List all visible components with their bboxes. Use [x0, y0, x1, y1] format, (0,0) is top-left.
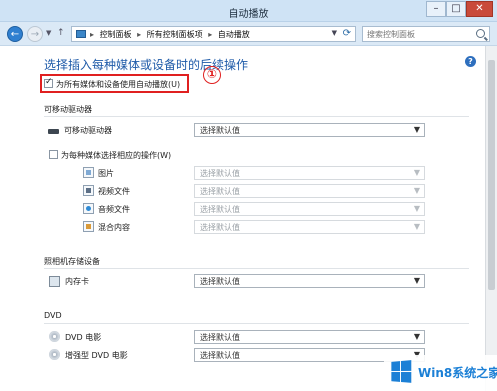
- dvd-movie-dropdown[interactable]: 选择默认值 ▼: [194, 330, 425, 344]
- recent-pages-chevron-icon[interactable]: ▼: [46, 29, 51, 37]
- forward-button[interactable]: →: [27, 26, 43, 42]
- dvd-icon: [49, 331, 60, 342]
- window-title: 自动播放: [228, 9, 269, 20]
- mixed-file-icon: [83, 221, 94, 232]
- scrollbar-thumb[interactable]: [488, 60, 495, 290]
- chevron-down-icon: ▼: [413, 222, 420, 231]
- picture-label: 图片: [98, 169, 114, 178]
- audio-file-icon: [83, 203, 94, 214]
- search-input[interactable]: [367, 28, 475, 41]
- audio-file-dropdown[interactable]: 选择默认值 ▼: [194, 202, 425, 216]
- address-history-chevron-icon[interactable]: ▼: [332, 29, 337, 37]
- vertical-scrollbar[interactable]: [485, 46, 497, 391]
- removable-drive-icon: [48, 129, 59, 134]
- use-autoplay-checkbox[interactable]: [44, 77, 53, 88]
- camera-storage-header: 照相机存储设备: [44, 257, 100, 266]
- close-button[interactable]: ✕: [466, 1, 493, 17]
- watermark-text: Win8系统之家: [418, 366, 497, 380]
- breadcrumb: ▸ 控制面板 ▸ 所有控制面板项 ▸ 自动播放: [90, 30, 250, 39]
- up-button[interactable]: ↑: [57, 28, 65, 38]
- address-bar[interactable]: ▸ 控制面板 ▸ 所有控制面板项 ▸ 自动播放 ▼ ⟳: [71, 26, 356, 42]
- chevron-down-icon: ▼: [413, 332, 420, 341]
- removable-drive-label: 可移动驱动器: [64, 126, 112, 135]
- step-number-annotation: ①: [203, 66, 221, 84]
- back-button[interactable]: ←: [7, 26, 23, 42]
- navigation-bar: ← → ▼ ↑ ▸ 控制面板 ▸ 所有控制面板项 ▸ 自动播放 ▼ ⟳: [0, 22, 497, 46]
- chevron-down-icon: ▼: [413, 204, 420, 213]
- breadcrumb-control-panel[interactable]: 控制面板: [100, 30, 132, 39]
- maximize-button[interactable]: □: [446, 1, 466, 17]
- chevron-down-icon: ▼: [413, 125, 420, 134]
- video-file-label: 视频文件: [98, 187, 130, 196]
- site-watermark: Win8系统之家: [384, 355, 497, 391]
- title-bar: 自动播放 – □ ✕: [0, 0, 497, 22]
- picture-dropdown[interactable]: 选择默认值 ▼: [194, 166, 425, 180]
- control-panel-icon: [76, 30, 86, 38]
- chevron-down-icon: ▼: [413, 276, 420, 285]
- mixed-content-dropdown[interactable]: 选择默认值 ▼: [194, 220, 425, 234]
- mixed-content-label: 混合内容: [98, 223, 130, 232]
- removable-drives-header: 可移动驱动器: [44, 105, 92, 114]
- video-file-dropdown[interactable]: 选择默认值 ▼: [194, 184, 425, 198]
- enhanced-dvd-icon: [49, 349, 60, 360]
- picture-file-icon: [83, 167, 94, 178]
- memory-card-icon: [49, 276, 60, 287]
- breadcrumb-autoplay[interactable]: 自动播放: [218, 30, 250, 39]
- chevron-down-icon: ▼: [413, 186, 420, 195]
- audio-file-label: 音频文件: [98, 205, 130, 214]
- divider: [44, 323, 469, 324]
- divider: [44, 268, 469, 269]
- divider: [44, 116, 469, 117]
- enhanced-dvd-movie-label: 增强型 DVD 电影: [65, 351, 128, 360]
- memory-card-dropdown[interactable]: 选择默认值 ▼: [194, 274, 425, 288]
- dvd-movie-label: DVD 电影: [65, 333, 102, 342]
- use-autoplay-label[interactable]: 为所有媒体和设备使用自动播放(U): [56, 79, 180, 90]
- per-media-checkbox[interactable]: [49, 150, 58, 159]
- dvd-header: DVD: [44, 311, 62, 320]
- chevron-down-icon: ▼: [413, 168, 420, 177]
- search-icon[interactable]: [476, 29, 485, 38]
- per-media-label[interactable]: 为每种媒体选择相应的操作(W): [61, 150, 171, 161]
- removable-drive-dropdown[interactable]: 选择默认值 ▼: [194, 123, 425, 137]
- help-icon[interactable]: ?: [465, 56, 476, 67]
- breadcrumb-all-items[interactable]: 所有控制面板项: [147, 30, 203, 39]
- video-file-icon: [83, 185, 94, 196]
- minimize-button[interactable]: –: [426, 1, 446, 17]
- search-box[interactable]: [362, 26, 490, 42]
- memory-card-label: 内存卡: [65, 277, 89, 286]
- refresh-icon[interactable]: ⟳: [343, 28, 351, 39]
- windows-logo-icon: [391, 360, 412, 384]
